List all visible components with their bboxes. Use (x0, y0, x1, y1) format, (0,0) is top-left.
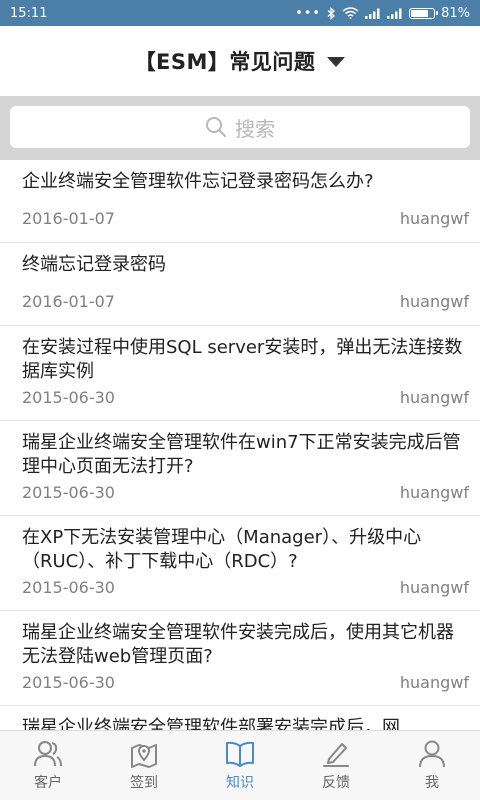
status-icons: ••• 81% (295, 6, 470, 21)
faq-list: 企业终端安全管理软件忘记登录密码怎么办? 2016-01-07 huangwf … (0, 160, 480, 730)
item-author: huangwf (399, 292, 469, 311)
page-title[interactable]: 【ESM】常见问题 (135, 46, 316, 76)
tab-label-me: 我 (425, 774, 439, 791)
signal-icon-2 (387, 8, 402, 19)
header: 【ESM】常见问题 (0, 26, 480, 96)
book-icon (226, 741, 254, 767)
status-time: 15:11 (10, 5, 48, 21)
edit-icon (323, 742, 349, 767)
list-item[interactable]: 在安装过程中使用SQL server安装时，弹出无法连接数据库实例 2015-0… (0, 326, 480, 421)
list-item[interactable]: 瑞星企业终端安全管理软件安装完成后，使用其它机器无法登陆web管理页面? 201… (0, 611, 480, 706)
item-title: 瑞星企业终端安全管理软件部署安装完成后，网 (22, 717, 400, 730)
search-placeholder: 搜索 (235, 116, 275, 141)
tab-feedback[interactable]: 反馈 (288, 731, 384, 800)
battery-percent: 81% (441, 5, 470, 21)
list-item[interactable]: 瑞星企业终端安全管理软件在win7下正常安装完成后管理中心页面无法打开? 201… (0, 421, 480, 516)
list-item[interactable]: 企业终端安全管理软件忘记登录密码怎么办? 2016-01-07 huangwf (0, 160, 480, 243)
battery-icon (409, 7, 439, 19)
signal-icon (365, 8, 380, 19)
item-title: 终端忘记登录密码 (22, 254, 166, 275)
search-icon (206, 117, 227, 138)
item-title: 瑞星企业终端安全管理软件在win7下正常安装完成后管理中心页面无法打开? (22, 432, 461, 477)
tab-customers[interactable]: 客户 (0, 731, 96, 800)
item-date: 2016-01-07 (22, 292, 115, 311)
wifi-icon (342, 7, 359, 19)
item-author: huangwf (399, 483, 469, 502)
search-bar: 搜索 (0, 96, 480, 160)
item-date: 2015-06-30 (22, 578, 115, 597)
item-title: 企业终端安全管理软件忘记登录密码怎么办? (22, 171, 374, 192)
list-item[interactable]: 终端忘记登录密码 2016-01-07 huangwf (0, 243, 480, 326)
item-date: 2016-01-07 (22, 209, 115, 228)
customers-icon (34, 740, 62, 766)
user-icon (419, 740, 445, 767)
bluetooth-icon (327, 6, 336, 20)
caret-down-icon[interactable] (327, 57, 346, 67)
item-title: 瑞星企业终端安全管理软件安装完成后，使用其它机器无法登陆web管理页面? (22, 622, 454, 667)
item-title: 在XP下无法安装管理中心（Manager）、升级中心（RUC）、补丁下载中心（R… (22, 527, 422, 572)
status-bar: 15:11 ••• 81% (0, 0, 480, 26)
item-date: 2015-06-30 (22, 483, 115, 502)
list-item[interactable]: 瑞星企业终端安全管理软件部署安装完成后，网 (0, 706, 480, 730)
item-author: huangwf (399, 673, 469, 692)
item-author: huangwf (399, 578, 469, 597)
more-dots-icon: ••• (295, 5, 322, 21)
tab-knowledge[interactable]: 知识 (192, 731, 288, 800)
search-input[interactable]: 搜索 (10, 106, 470, 148)
tab-checkin[interactable]: 签到 (96, 731, 192, 800)
location-checkin-icon (131, 743, 157, 768)
item-title: 在安装过程中使用SQL server安装时，弹出无法连接数据库实例 (22, 337, 463, 382)
tab-me[interactable]: 我 (384, 731, 480, 800)
tab-label-customers: 客户 (34, 774, 62, 791)
item-date: 2015-06-30 (22, 388, 115, 407)
list-item[interactable]: 在XP下无法安装管理中心（Manager）、升级中心（RUC）、补丁下载中心（R… (0, 516, 480, 611)
tab-label-feedback: 反馈 (322, 774, 350, 791)
item-author: huangwf (399, 388, 469, 407)
tab-label-checkin: 签到 (130, 774, 158, 791)
item-date: 2015-06-30 (22, 673, 115, 692)
item-author: huangwf (399, 209, 469, 228)
bottom-tab-bar: 客户 签到 知识 反馈 我 (0, 730, 480, 800)
tab-label-knowledge: 知识 (226, 774, 254, 791)
